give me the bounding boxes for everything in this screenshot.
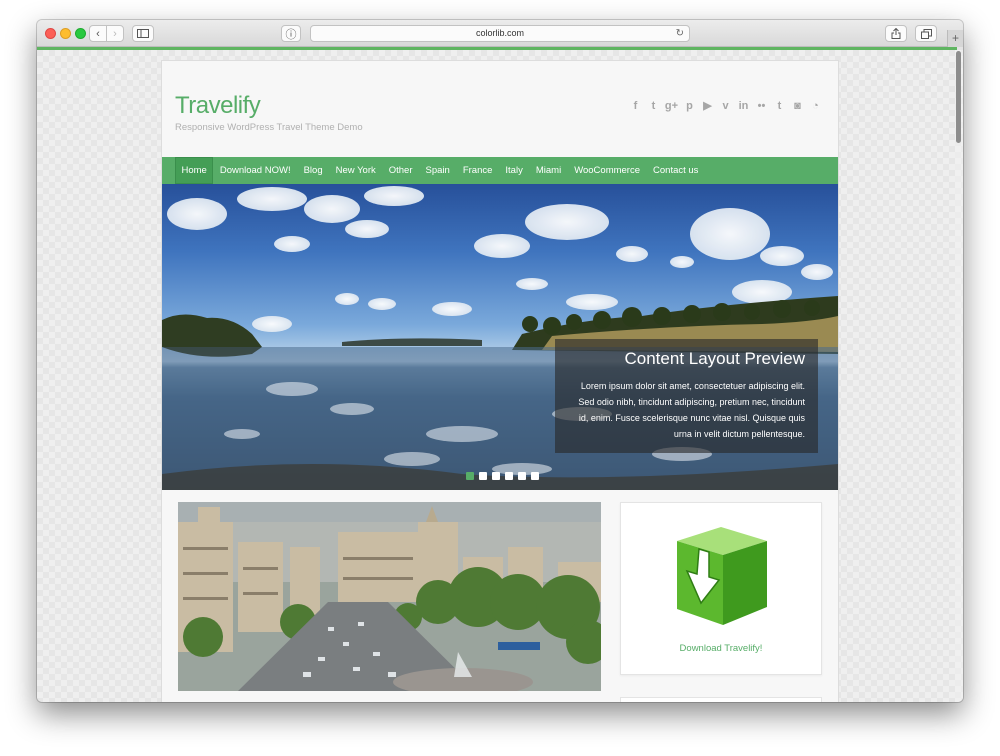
social-links: f t g+ p ▶ v in •• t ◙ ◔ (629, 99, 822, 113)
back-button[interactable]: ‹ (89, 25, 107, 42)
slide-caption: Content Layout Preview Lorem ipsum dolor… (555, 339, 818, 453)
pinterest-icon[interactable]: p (683, 99, 696, 112)
scrollbar-thumb[interactable] (956, 51, 961, 143)
twitter-icon[interactable]: t (647, 99, 660, 112)
tumblr-icon[interactable]: t (773, 99, 786, 112)
linkedin-icon[interactable]: in (737, 99, 750, 112)
nav-item-other[interactable]: Other (382, 157, 419, 184)
download-travelify-link[interactable]: Download Travelify! (621, 643, 821, 654)
slider-dot[interactable] (505, 472, 513, 480)
nav-item-france[interactable]: France (456, 157, 499, 184)
nav-item-blog[interactable]: Blog (297, 157, 329, 184)
vimeo-icon[interactable]: v (719, 99, 732, 112)
slider-dot[interactable] (531, 472, 539, 480)
city-street-image (178, 502, 601, 691)
nav-item-italy[interactable]: Italy (499, 157, 529, 184)
tabs-overview-button[interactable] (915, 25, 937, 42)
featured-post-image[interactable] (178, 502, 601, 691)
nav-item-download-now[interactable]: Download NOW! (213, 157, 297, 184)
minimize-window-button[interactable] (60, 28, 71, 39)
nav-item-new-york[interactable]: New York (329, 157, 382, 184)
address-bar[interactable]: colorlib.com ↻ (310, 25, 690, 42)
browser-window: ‹ › ⓘ colorlib.com ↻ + Travelify Respons… (37, 20, 963, 702)
flickr-icon[interactable]: •• (755, 99, 768, 112)
youtube-icon[interactable]: ▶ (701, 99, 714, 112)
nav-item-home[interactable]: Home (175, 157, 214, 184)
site-info-button[interactable]: ⓘ (281, 25, 301, 42)
rss-icon[interactable]: ◔ (809, 99, 822, 112)
tabs-icon (920, 28, 932, 39)
share-icon (891, 28, 901, 39)
close-window-button[interactable] (45, 28, 56, 39)
download-widget: Download Travelify! (620, 502, 822, 675)
url-text: colorlib.com (475, 28, 524, 38)
nav-item-woocommerce[interactable]: WooCommerce (568, 157, 647, 184)
slider-pagination (466, 472, 539, 480)
browser-toolbar: ‹ › ⓘ colorlib.com ↻ + (37, 20, 963, 47)
slider-dot[interactable] (466, 472, 474, 480)
slide-caption-title[interactable]: Content Layout Preview (569, 349, 806, 369)
site-container: Travelify Responsive WordPress Travel Th… (161, 60, 839, 702)
sidebar-toggle-button[interactable] (132, 25, 154, 42)
download-box-icon (677, 527, 767, 625)
sidebar-widget (620, 697, 822, 702)
hero-slider[interactable]: Content Layout Preview Lorem ipsum dolor… (162, 184, 838, 490)
vertical-scrollbar[interactable] (955, 50, 963, 702)
site-tagline: Responsive WordPress Travel Theme Demo (175, 122, 363, 133)
share-button[interactable] (885, 25, 907, 42)
maximize-window-button[interactable] (75, 28, 86, 39)
nav-item-contact-us[interactable]: Contact us (647, 157, 705, 184)
reload-icon[interactable]: ↻ (676, 26, 684, 41)
google-plus-icon[interactable]: g+ (665, 99, 678, 112)
nav-item-miami[interactable]: Miami (529, 157, 567, 184)
nav-item-spain[interactable]: Spain (419, 157, 456, 184)
slider-dot[interactable] (492, 472, 500, 480)
sidebar-icon (137, 29, 149, 38)
web-viewport: Travelify Responsive WordPress Travel Th… (37, 50, 963, 702)
slide-caption-text: Lorem ipsum dolor sit amet, consectetuer… (578, 381, 805, 439)
facebook-icon[interactable]: f (629, 99, 642, 112)
chevron-right-icon: › (113, 27, 117, 40)
slider-dot[interactable] (518, 472, 526, 480)
main-navigation: Home Download NOW! Blog New York Other Spain F… (162, 157, 838, 184)
instagram-icon[interactable]: ◙ (791, 99, 804, 112)
site-title[interactable]: Travelify (175, 92, 261, 120)
chevron-left-icon: ‹ (96, 27, 100, 40)
slider-dot[interactable] (479, 472, 487, 480)
info-icon: ⓘ (285, 28, 297, 41)
forward-button[interactable]: › (106, 25, 124, 42)
new-tab-button[interactable]: + (947, 30, 963, 47)
